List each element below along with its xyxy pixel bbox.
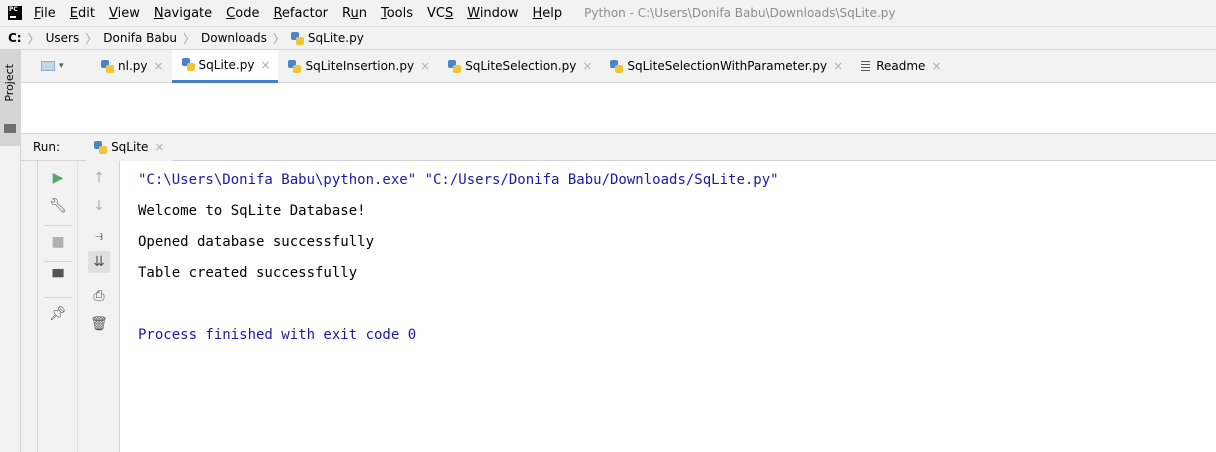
run-toolbar-secondary: ↑ ↓ ⥽ ⇊ ⎙ 🗑︎ bbox=[78, 161, 120, 452]
run-tool-header: Run: SqLite × bbox=[21, 133, 1216, 161]
tab-sqliteinsertion-py[interactable]: SqLiteInsertion.py × bbox=[278, 50, 438, 83]
run-label: Run: bbox=[33, 140, 61, 154]
chevron-right-icon: 〉 bbox=[27, 31, 40, 46]
tab-sqliteselectionwithparameter-py[interactable]: SqLiteSelectionWithParameter.py × bbox=[600, 50, 851, 83]
arrow-down-icon[interactable]: ↓ bbox=[88, 195, 110, 217]
python-file-icon bbox=[610, 59, 624, 73]
close-icon[interactable]: × bbox=[931, 59, 941, 73]
console-output[interactable]: "C:\Users\Donifa Babu\python.exe" "C:/Us… bbox=[121, 161, 1216, 452]
scroll-to-end-icon[interactable]: ⇊ bbox=[88, 251, 110, 273]
tab-list-tools[interactable]: ▾ bbox=[21, 61, 91, 71]
dropdown-arrow-icon: ▾ bbox=[59, 61, 64, 71]
menu-view[interactable]: View bbox=[109, 6, 140, 21]
editor-tabs: ▾ nl.py × SqLite.py × SqLiteInsertion.py… bbox=[21, 49, 1216, 83]
close-icon[interactable]: × bbox=[420, 59, 430, 73]
text-file-icon bbox=[861, 60, 871, 72]
menu-help[interactable]: Help bbox=[533, 6, 563, 21]
menu-file[interactable]: File bbox=[34, 6, 56, 21]
menu-refactor[interactable]: Refactor bbox=[273, 6, 328, 21]
close-icon[interactable]: × bbox=[154, 140, 164, 154]
tab-nl-py[interactable]: nl.py × bbox=[91, 50, 172, 83]
console-command-line: "C:\Users\Donifa Babu\python.exe" "C:/Us… bbox=[138, 172, 779, 188]
project-tool-button[interactable]: Project bbox=[0, 50, 20, 146]
menu-bar: File Edit View Navigate Code Refactor Ru… bbox=[0, 0, 1216, 26]
pycharm-logo-icon bbox=[8, 6, 22, 20]
breadcrumb-item-drive[interactable]: C: bbox=[8, 31, 22, 45]
left-gutter bbox=[21, 161, 38, 452]
tab-list-icon bbox=[41, 61, 55, 71]
soft-wrap-icon[interactable]: ⥽ bbox=[88, 225, 110, 247]
stop-icon[interactable]: ■ bbox=[47, 231, 69, 253]
toolbar-divider bbox=[44, 297, 72, 298]
project-tool-label: Project bbox=[3, 64, 16, 102]
breadcrumb: C: 〉 Users 〉 Donifa Babu 〉 Downloads 〉 S… bbox=[0, 26, 1216, 50]
pin-icon[interactable]: 📌︎ bbox=[47, 303, 69, 325]
console-output-line: Table created successfully bbox=[138, 265, 358, 281]
window-title: Python - C:\Users\Donifa Babu\Downloads\… bbox=[584, 6, 896, 20]
folder-icon bbox=[4, 124, 16, 133]
project-tool-strip: Project bbox=[0, 50, 21, 452]
close-icon[interactable]: × bbox=[833, 59, 843, 73]
print-icon[interactable]: ⎙ bbox=[88, 285, 110, 307]
python-run-config-icon bbox=[94, 140, 108, 154]
tab-sqlite-py[interactable]: SqLite.py × bbox=[171, 49, 279, 83]
chevron-right-icon: 〉 bbox=[85, 31, 98, 46]
menu-edit[interactable]: Edit bbox=[70, 6, 95, 21]
close-icon[interactable]: × bbox=[582, 59, 592, 73]
console-output-line: Welcome to SqLite Database! bbox=[138, 203, 366, 219]
menu-code[interactable]: Code bbox=[226, 6, 259, 21]
chevron-right-icon: 〉 bbox=[272, 31, 285, 46]
breadcrumb-item-user-folder[interactable]: Donifa Babu bbox=[103, 31, 177, 45]
menu-tools[interactable]: Tools bbox=[381, 6, 413, 21]
menu-window[interactable]: Window bbox=[467, 6, 518, 21]
breadcrumb-item-file[interactable]: SqLite.py bbox=[308, 31, 364, 45]
python-file-icon bbox=[290, 31, 304, 45]
run-tab-sqlite[interactable]: SqLite × bbox=[86, 133, 173, 161]
close-icon[interactable]: × bbox=[153, 59, 163, 73]
tab-sqliteselection-py[interactable]: SqLiteSelection.py × bbox=[438, 50, 600, 83]
layout-icon[interactable]: ▀ bbox=[47, 267, 69, 289]
menu-run[interactable]: Run bbox=[342, 6, 367, 21]
wrench-icon[interactable]: 🔧︎ bbox=[47, 195, 69, 217]
run-toolbar-primary: ▶ 🔧︎ ■ ▀ 📌︎ bbox=[38, 161, 78, 452]
rerun-icon[interactable]: ▶ bbox=[47, 167, 69, 189]
breadcrumb-item-downloads[interactable]: Downloads bbox=[201, 31, 267, 45]
close-icon[interactable]: × bbox=[260, 58, 270, 72]
toolbar-divider bbox=[44, 225, 72, 226]
console-exit-message: Process finished with exit code 0 bbox=[138, 327, 417, 343]
menu-navigate[interactable]: Navigate bbox=[154, 6, 212, 21]
breadcrumb-item-users[interactable]: Users bbox=[46, 31, 80, 45]
arrow-up-icon[interactable]: ↑ bbox=[88, 167, 110, 189]
menu-vcs[interactable]: VCS bbox=[427, 6, 453, 21]
python-file-icon bbox=[288, 59, 302, 73]
python-file-icon bbox=[101, 59, 114, 73]
python-file-icon bbox=[181, 58, 195, 71]
console-output-line: Opened database successfully bbox=[138, 234, 375, 250]
tab-readme[interactable]: Readme × bbox=[851, 50, 949, 83]
toolbar-divider bbox=[44, 261, 72, 262]
python-file-icon bbox=[448, 59, 462, 73]
chevron-right-icon: 〉 bbox=[182, 31, 195, 46]
trash-icon[interactable]: 🗑︎ bbox=[88, 313, 110, 335]
